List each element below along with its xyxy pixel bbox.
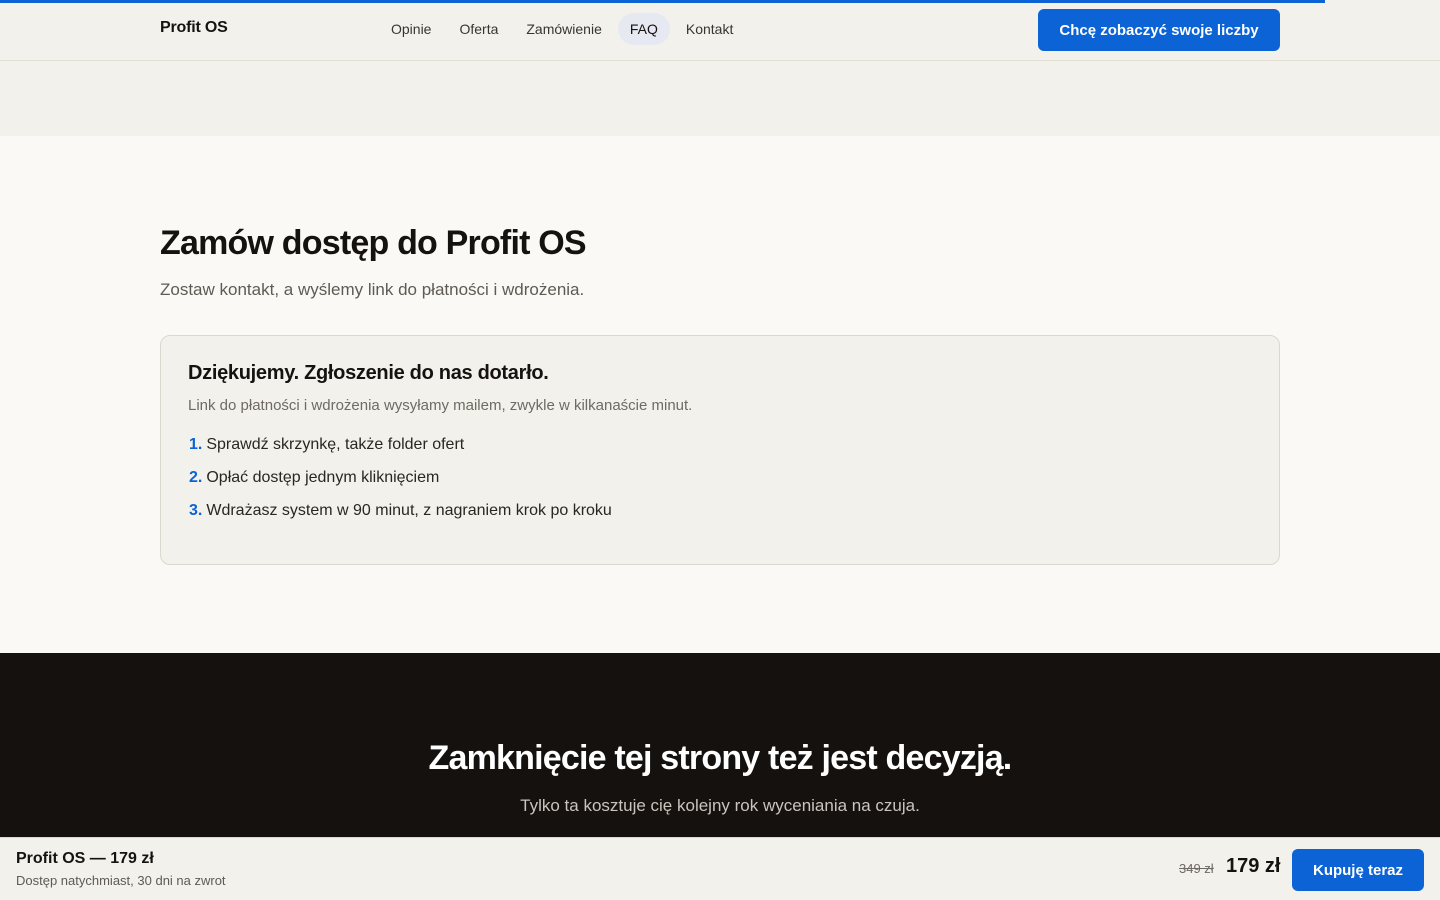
- nav-item-kontakt[interactable]: Kontakt: [674, 13, 745, 45]
- nav-item-zamowienie[interactable]: Zamówienie: [514, 13, 613, 45]
- next-steps-list: 1. Sprawdź skrzynkę, także folder ofert 2…: [189, 434, 612, 533]
- brand-logo[interactable]: Profit OS: [160, 19, 228, 37]
- step-number: 2.: [189, 469, 203, 486]
- sticky-purchase-bar: Profit OS — 179 zł Dostęp natychmiast, 3…: [0, 837, 1440, 900]
- order-subtitle: Zostaw kontakt, a wyślemy link do płatno…: [160, 280, 585, 299]
- step-number: 1.: [189, 436, 203, 453]
- buy-now-button[interactable]: Kupuję teraz: [1292, 849, 1424, 891]
- see-numbers-button[interactable]: Chcę zobaczyć swoje liczby: [1038, 9, 1280, 51]
- step-text: Opłać dostęp jednym kliknięciem: [206, 469, 440, 486]
- closing-title: Zamknięcie tej strony też jest decyzją.: [428, 739, 1013, 777]
- order-title: Zamów dostęp do Profit OS: [160, 224, 587, 262]
- site-header: Profit OS Opinie Oferta Zamówienie FAQ K…: [0, 0, 1440, 61]
- scroll-progress-bar: [0, 0, 1440, 3]
- confirmation-card: Dziękujemy. Zgłoszenie do nas dotarło. L…: [160, 335, 1280, 565]
- sticky-product-note: Dostęp natychmiast, 30 dni na zwrot: [16, 873, 226, 888]
- old-price: 349 zł: [1179, 861, 1214, 876]
- nav-item-oferta[interactable]: Oferta: [447, 13, 510, 45]
- order-section: Zamów dostęp do Profit OS Zostaw kontakt…: [0, 136, 1440, 653]
- list-item: 3. Wdrażasz system w 90 minut, z nagranie…: [189, 500, 612, 533]
- nav-item-faq[interactable]: FAQ: [617, 13, 670, 45]
- step-text: Sprawdź skrzynkę, także folder ofert: [206, 436, 465, 453]
- current-price: 179 zł: [1226, 855, 1281, 877]
- closing-subtitle: Tylko ta kosztuje cię kolejny rok wyceni…: [520, 796, 920, 815]
- confirmation-subtitle: Link do płatności i wdrożenia wysyłamy m…: [188, 397, 693, 414]
- list-item: 2. Opłać dostęp jednym kliknięciem: [189, 467, 612, 500]
- list-item: 1. Sprawdź skrzynkę, także folder ofert: [189, 434, 612, 467]
- confirmation-title: Dziękujemy. Zgłoszenie do nas dotarło.: [188, 362, 549, 384]
- step-number: 3.: [189, 502, 203, 519]
- step-text: Wdrażasz system w 90 minut, z nagraniem …: [206, 502, 612, 519]
- nav-item-opinie[interactable]: Opinie: [379, 13, 443, 45]
- header-band: [0, 61, 1440, 136]
- scroll-progress-fill: [0, 0, 1325, 3]
- sticky-product-name: Profit OS — 179 zł: [16, 850, 154, 867]
- main-nav: Opinie Oferta Zamówienie FAQ Kontakt: [379, 13, 745, 45]
